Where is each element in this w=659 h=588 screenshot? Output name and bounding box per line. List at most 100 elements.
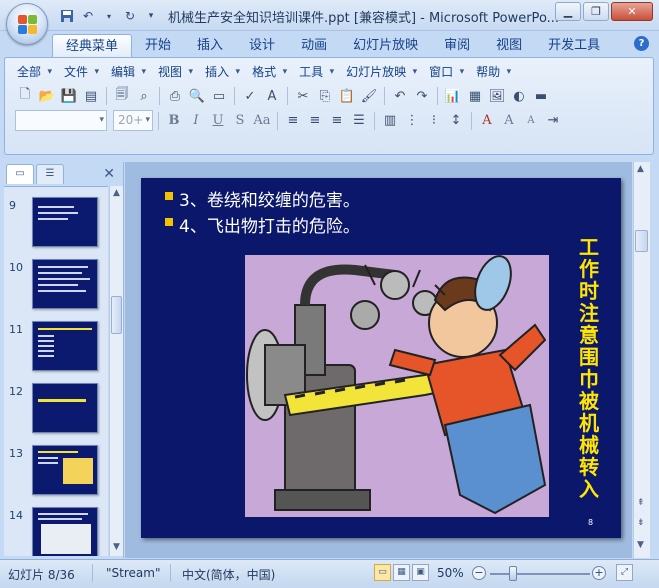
tab-home[interactable]: 开始 — [132, 34, 184, 57]
permission-icon[interactable]: ▤ — [81, 86, 101, 106]
font-size-combo[interactable]: 20+ ▾ — [113, 110, 153, 131]
research-icon[interactable]: ⌕ — [134, 86, 154, 106]
scrollbar-thumb[interactable] — [635, 230, 648, 252]
bullet-item[interactable]: 4、飞出物打击的危险。 — [165, 212, 360, 237]
redo-icon[interactable]: ↷ — [412, 86, 432, 106]
menu-file[interactable]: 文件 — [60, 63, 99, 81]
color-icon[interactable]: ◐ — [509, 86, 529, 106]
redo-icon[interactable]: ↻ — [121, 7, 139, 25]
translate-icon[interactable]: A — [262, 86, 282, 106]
underline-icon[interactable]: U — [208, 111, 228, 131]
shadow-icon[interactable]: S — [230, 111, 250, 131]
grayscale-icon[interactable]: ▬ — [531, 86, 551, 106]
copy-icon[interactable]: ⎘ — [315, 86, 335, 106]
thumbnail-slide-10[interactable]: 10 — [4, 259, 108, 319]
slideshow-view-icon[interactable]: ▣ — [412, 564, 429, 581]
thumbnail-scrollbar[interactable]: ▲ ▼ — [109, 186, 123, 556]
slide-sorter-icon[interactable]: ▦ — [393, 564, 410, 581]
tab-view[interactable]: 视图 — [483, 34, 535, 57]
close-icon[interactable]: ✕ — [103, 166, 115, 182]
menu-insert[interactable]: 插入 — [201, 63, 240, 81]
tab-design[interactable]: 设计 — [236, 34, 288, 57]
menu-window[interactable]: 窗口 — [425, 63, 464, 81]
shrink-font-icon[interactable]: A — [521, 111, 541, 131]
grow-font-icon[interactable]: A — [499, 111, 519, 131]
chevron-down-icon[interactable]: ▾ — [100, 7, 118, 25]
change-case-icon[interactable]: Aa — [252, 111, 272, 131]
tab-classic-menu[interactable]: 经典菜单 — [52, 34, 133, 57]
justify-icon[interactable]: ☰ — [349, 111, 369, 131]
menu-slideshow[interactable]: 幻灯片放映 — [342, 63, 417, 81]
restore-icon[interactable]: ❐ — [583, 2, 609, 21]
office-button[interactable] — [6, 3, 48, 45]
help-icon[interactable]: ? — [634, 36, 649, 51]
tab-slideshow[interactable]: 幻灯片放映 — [340, 34, 431, 57]
fit-to-window-icon[interactable]: ⤢ — [616, 564, 633, 581]
zoom-out-icon[interactable]: − — [472, 566, 486, 580]
columns-icon[interactable]: ▥ — [380, 111, 400, 131]
language-status[interactable]: 中文(简体，中国) — [182, 566, 275, 583]
tab-review[interactable]: 审阅 — [431, 34, 483, 57]
zoom-level[interactable]: 50% — [437, 566, 464, 580]
chart-icon[interactable]: 📊 — [443, 86, 463, 106]
font-color-icon[interactable]: A — [477, 111, 497, 131]
menu-tools[interactable]: 工具 — [295, 63, 334, 81]
new-icon[interactable]: 🗋 — [15, 86, 35, 106]
tab-slides[interactable]: ▭ — [6, 164, 34, 184]
slide-thumbnail[interactable] — [32, 259, 98, 309]
scrollbar-thumb[interactable] — [111, 296, 122, 334]
table-icon[interactable]: ▦ — [465, 86, 485, 106]
menu-help[interactable]: 帮助 — [472, 63, 511, 81]
format-painter-icon[interactable]: 🖌 — [359, 86, 379, 106]
print-preview-icon[interactable]: 🗐 — [112, 86, 132, 106]
print-icon[interactable]: ⎙ — [165, 86, 185, 106]
align-left-icon[interactable]: ≡ — [283, 111, 303, 131]
slide-thumbnail[interactable] — [32, 445, 98, 495]
align-center-icon[interactable]: ≡ — [305, 111, 325, 131]
tab-animation[interactable]: 动画 — [288, 34, 340, 57]
tab-insert[interactable]: 插入 — [184, 34, 236, 57]
zoom-in-icon[interactable]: + — [592, 566, 606, 580]
undo-icon[interactable]: ↶ — [79, 7, 97, 25]
safety-cartoon-image[interactable] — [245, 255, 549, 517]
save-icon[interactable]: 💾 — [59, 86, 79, 106]
align-right-icon[interactable]: ≡ — [327, 111, 347, 131]
next-slide-icon[interactable]: ⇟ — [637, 518, 645, 528]
thumbnail-slide-14[interactable]: 14 — [4, 507, 108, 556]
current-slide[interactable]: 3、卷绕和绞缠的危害。 4、飞出物打击的危险。 工作时注意围巾被机械转入 8 — [141, 178, 621, 538]
slide-thumbnail[interactable] — [32, 507, 98, 556]
tab-outline[interactable]: ☰ — [36, 164, 64, 184]
scroll-up-icon[interactable]: ▲ — [637, 164, 644, 174]
bold-icon[interactable]: B — [164, 111, 184, 131]
thumbnail-slide-12[interactable]: 12 — [4, 383, 108, 443]
line-spacing-icon[interactable]: ↕ — [446, 111, 466, 131]
thumbnail-slide-9[interactable]: 9 — [4, 197, 108, 257]
zoom-slider-thumb[interactable] — [509, 566, 517, 581]
spelling-icon[interactable]: ✓ — [240, 86, 260, 106]
slide-thumbnail[interactable] — [32, 383, 98, 433]
slide-thumbnail[interactable] — [32, 321, 98, 371]
menu-view[interactable]: 视图 — [154, 63, 193, 81]
italic-icon[interactable]: I — [186, 111, 206, 131]
bullets-icon[interactable]: ⁝ — [424, 111, 444, 131]
display-icon[interactable]: ▭ — [209, 86, 229, 106]
tab-developer[interactable]: 开发工具 — [535, 34, 613, 57]
scroll-down-icon[interactable]: ▼ — [637, 540, 644, 550]
picture-icon[interactable]: 🖼 — [487, 86, 507, 106]
open-icon[interactable]: 📂 — [37, 86, 57, 106]
vertical-caption[interactable]: 工作时注意围巾被机械转入 — [578, 236, 600, 500]
indent-icon[interactable]: ⇥ — [543, 111, 563, 131]
menu-all[interactable]: 全部 — [13, 63, 52, 81]
customize-icon[interactable]: ▾ — [142, 7, 160, 25]
thumbnail-slide-13[interactable]: 13 — [4, 445, 108, 505]
font-name-combo[interactable]: ▾ — [15, 110, 107, 131]
menu-format[interactable]: 格式 — [248, 63, 287, 81]
preview-icon[interactable]: 🔍 — [187, 86, 207, 106]
thumbnail-slide-11[interactable]: 11 — [4, 321, 108, 381]
paste-icon[interactable]: 📋 — [337, 86, 357, 106]
bullet-item[interactable]: 3、卷绕和绞缠的危害。 — [165, 186, 360, 211]
scroll-down-icon[interactable]: ▼ — [113, 542, 120, 552]
previous-slide-icon[interactable]: ⇞ — [637, 498, 645, 508]
cut-icon[interactable]: ✂ — [293, 86, 313, 106]
close-icon[interactable]: ✕ — [611, 2, 653, 21]
